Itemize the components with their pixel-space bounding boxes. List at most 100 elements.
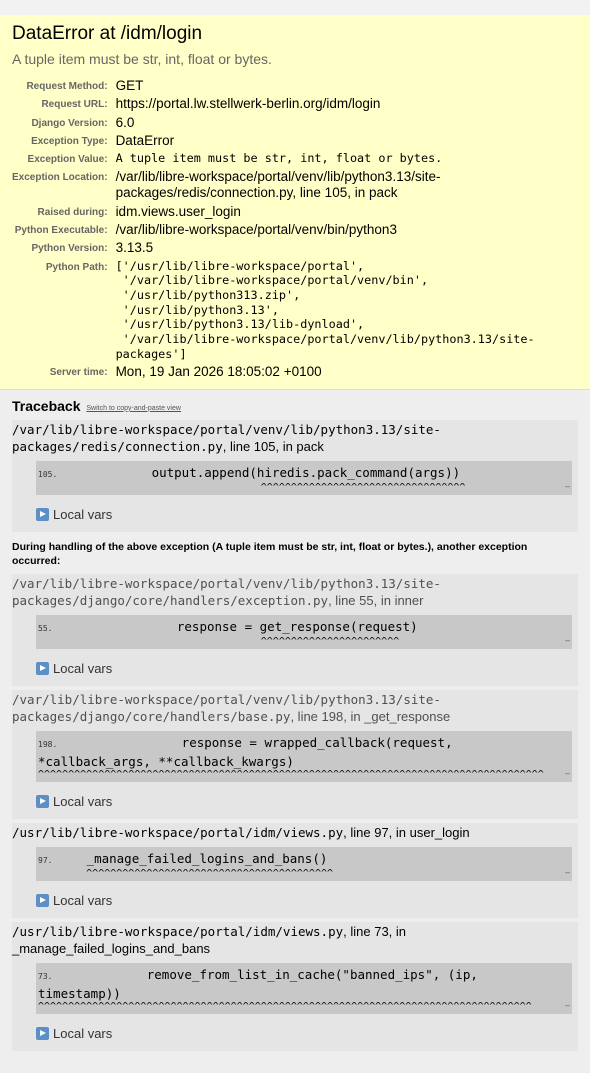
frame-filename: /usr/lib/libre-workspace/portal/idm/view… bbox=[12, 923, 578, 957]
meta-label: Python Path: bbox=[45, 261, 108, 273]
meta-value: https://portal.lw.stellwerk-berlin.org/i… bbox=[115, 96, 381, 112]
traceback-heading: Traceback Switch to copy-and-paste view bbox=[12, 398, 578, 414]
frame-location: , line 198, in _get_response bbox=[290, 708, 451, 724]
expand-triangle-icon bbox=[36, 794, 49, 808]
top-strip bbox=[0, 0, 590, 15]
meta-value: ['/usr/lib/libre-workspace/portal', '/va… bbox=[114, 258, 578, 363]
code-line: output.append(hiredis.pack_command(args)… bbox=[61, 464, 461, 480]
traceback-section: Traceback Switch to copy-and-paste view … bbox=[0, 390, 590, 1051]
meta-label: Python Version: bbox=[31, 243, 108, 255]
error-title: DataError at /idm/login bbox=[12, 23, 203, 44]
error-summary: DataError at /idm/login A tuple item mus… bbox=[0, 15, 590, 390]
meta-label: Server time: bbox=[49, 366, 108, 378]
frame-filename: /var/lib/libre-workspace/portal/venv/lib… bbox=[12, 691, 578, 725]
local-vars-label: Local vars bbox=[53, 892, 113, 908]
meta-row: Exception Location: /var/lib/libre-works… bbox=[12, 168, 578, 203]
line-number: 55. bbox=[38, 623, 53, 633]
meta-label: Exception Value: bbox=[27, 154, 108, 166]
line-number: 73. bbox=[38, 971, 53, 981]
local-vars-toggle[interactable]: Local vars bbox=[36, 661, 578, 676]
line-number: 97. bbox=[38, 855, 53, 865]
meta-value: /var/lib/libre-workspace/portal/venv/lib… bbox=[115, 169, 441, 201]
frame-path: /usr/lib/libre-workspace/portal/idm/view… bbox=[12, 923, 344, 939]
expand-dash-icon[interactable]: – bbox=[565, 481, 570, 491]
python-path-value: ['/usr/lib/libre-workspace/portal', '/va… bbox=[115, 258, 535, 361]
meta-value: Mon, 19 Jan 2026 18:05:02 +0100 bbox=[115, 363, 322, 379]
meta-value: GET bbox=[115, 78, 144, 93]
frame-location: , line 55, in inner bbox=[328, 592, 424, 608]
expand-dash-icon[interactable]: – bbox=[565, 867, 570, 877]
expand-dash-icon[interactable]: – bbox=[565, 1000, 570, 1010]
frame-filename: /var/lib/libre-workspace/portal/venv/lib… bbox=[12, 575, 578, 609]
local-vars-toggle[interactable]: Local vars bbox=[36, 893, 578, 908]
caret-marker: ^^^^^^^^^^^^^^^^^^^^^^^^^^^^^^^^^^ bbox=[38, 482, 466, 492]
expand-dash-icon[interactable]: – bbox=[565, 635, 570, 645]
local-vars-toggle[interactable]: Local vars bbox=[36, 1026, 578, 1041]
local-vars-label: Local vars bbox=[53, 1025, 113, 1041]
meta-value: A tuple item must be str, int, float or … bbox=[115, 151, 443, 166]
frame-context-line[interactable]: 198. response = wrapped_callback(request… bbox=[36, 730, 572, 782]
meta-row: Request Method: GET bbox=[12, 77, 578, 95]
code-line: response = wrapped_callback(request, *ca… bbox=[38, 734, 461, 769]
meta-label: Django Version: bbox=[31, 117, 108, 129]
code-line: remove_from_list_in_cache("banned_ips", … bbox=[38, 966, 486, 1001]
frame-path: /usr/lib/libre-workspace/portal/idm/view… bbox=[12, 824, 344, 840]
expand-triangle-icon bbox=[36, 1026, 49, 1040]
expand-triangle-icon bbox=[36, 893, 49, 907]
meta-row: Exception Type: DataError bbox=[12, 132, 578, 150]
frame-context-line[interactable]: 55. response = get_response(request) ^^^… bbox=[36, 614, 572, 649]
traceback-frame: /usr/lib/libre-workspace/portal/idm/view… bbox=[12, 822, 578, 918]
meta-value: idm.views.user_login bbox=[115, 203, 241, 219]
frame-context-line[interactable]: 97. _manage_failed_logins_and_bans() ^^^… bbox=[36, 846, 572, 881]
code-line: response = get_response(request) bbox=[56, 618, 418, 634]
meta-value: /var/lib/libre-workspace/portal/venv/bin… bbox=[115, 222, 397, 238]
meta-row: Python Version: 3.13.5 bbox=[12, 239, 578, 257]
local-vars-toggle[interactable]: Local vars bbox=[36, 794, 578, 809]
traceback-title: Traceback bbox=[12, 397, 81, 414]
meta-label: Exception Type: bbox=[31, 135, 108, 147]
line-number: 198. bbox=[38, 739, 58, 749]
frame-location: , line 105, in pack bbox=[222, 438, 324, 454]
caret-marker: ^^^^^^^^^^^^^^^^^^^^^^^ bbox=[38, 636, 400, 646]
meta-value: 3.13.5 bbox=[115, 240, 154, 256]
frame-filename: /usr/lib/libre-workspace/portal/idm/view… bbox=[12, 824, 578, 841]
error-message: A tuple item must be str, int, float or … bbox=[12, 51, 272, 67]
frame-location: , line 97, in user_login bbox=[343, 824, 470, 840]
frame-context-line[interactable]: 105. output.append(hiredis.pack_command(… bbox=[36, 460, 572, 495]
meta-value: 6.0 bbox=[115, 114, 135, 130]
meta-row: Server time: Mon, 19 Jan 2026 18:05:02 +… bbox=[12, 363, 578, 381]
local-vars-label: Local vars bbox=[53, 793, 113, 809]
meta-label: Exception Location: bbox=[12, 172, 108, 184]
meta-label: Python Executable: bbox=[14, 225, 108, 237]
traceback-frame: /var/lib/libre-workspace/portal/venv/lib… bbox=[12, 419, 578, 532]
line-number: 105. bbox=[38, 469, 58, 479]
meta-label: Request URL: bbox=[41, 99, 108, 111]
code-line: _manage_failed_logins_and_bans() bbox=[56, 850, 328, 866]
traceback-frame: /var/lib/libre-workspace/portal/venv/lib… bbox=[12, 573, 578, 686]
meta-row: Exception Value: A tuple item must be st… bbox=[12, 150, 578, 168]
expand-dash-icon[interactable]: – bbox=[565, 768, 570, 778]
expand-triangle-icon bbox=[36, 507, 49, 521]
meta-row: Python Executable: /var/lib/libre-worksp… bbox=[12, 221, 578, 239]
local-vars-label: Local vars bbox=[53, 660, 113, 676]
frame-context-line[interactable]: 73. remove_from_list_in_cache("banned_ip… bbox=[36, 962, 572, 1014]
local-vars-label: Local vars bbox=[53, 506, 113, 522]
switch-to-copy-paste-link[interactable]: Switch to copy-and-paste view bbox=[86, 405, 181, 412]
frame-filename: /var/lib/libre-workspace/portal/venv/lib… bbox=[12, 421, 578, 455]
meta-row: Python Path: ['/usr/lib/libre-workspace/… bbox=[12, 258, 578, 363]
caret-marker: ^^^^^^^^^^^^^^^^^^^^^^^^^^^^^^^^^^^^^^^^… bbox=[38, 868, 334, 878]
meta-row: Django Version: 6.0 bbox=[12, 114, 578, 132]
caret-marker: ^^^^^^^^^^^^^^^^^^^^^^^^^^^^^^^^^^^^^^^^… bbox=[38, 769, 544, 779]
caret-marker: ^^^^^^^^^^^^^^^^^^^^^^^^^^^^^^^^^^^^^^^^… bbox=[38, 1001, 532, 1011]
meta-row: Raised during: idm.views.user_login bbox=[12, 203, 578, 221]
during-handling-message: During handling of the above exception (… bbox=[12, 540, 528, 567]
request-meta-table: Request Method: GET Request URL: https:/… bbox=[12, 77, 578, 381]
meta-label: Request Method: bbox=[26, 81, 108, 92]
traceback-frame: /usr/lib/libre-workspace/portal/idm/view… bbox=[12, 921, 578, 1051]
local-vars-toggle[interactable]: Local vars bbox=[36, 507, 578, 522]
meta-value: DataError bbox=[115, 132, 175, 148]
traceback-frame: /var/lib/libre-workspace/portal/venv/lib… bbox=[12, 689, 578, 819]
meta-label: Raised during: bbox=[37, 206, 108, 218]
expand-triangle-icon bbox=[36, 661, 49, 675]
meta-row: Request URL: https://portal.lw.stellwerk… bbox=[12, 95, 578, 113]
